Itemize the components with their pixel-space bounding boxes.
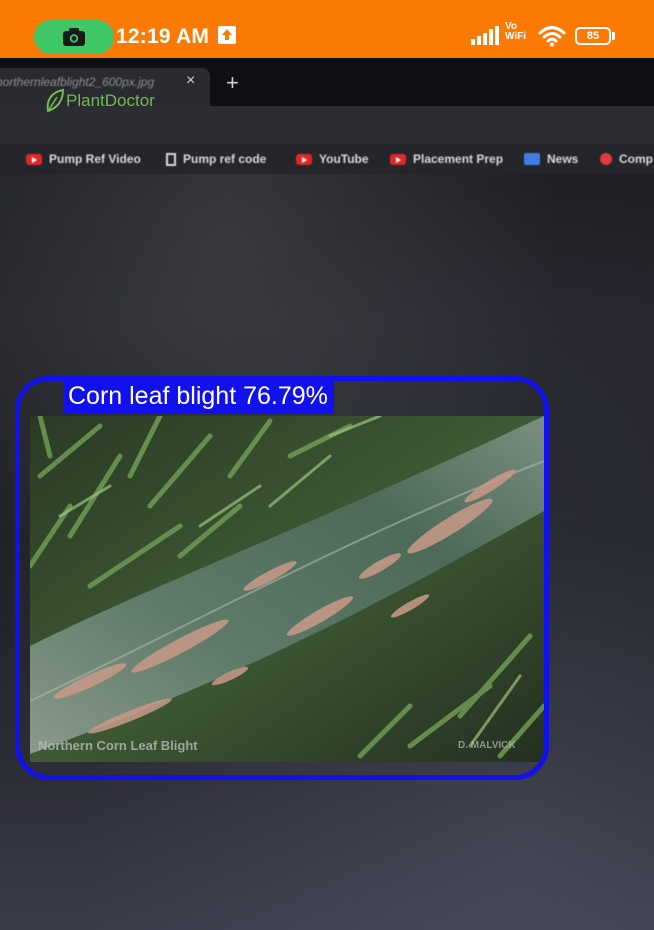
youtube-icon [390, 153, 406, 165]
bookmark-item[interactable]: Pump ref code [166, 152, 266, 166]
status-bar: 12:19 AM Vo WiFi 85 [0, 0, 654, 58]
youtube-icon [26, 153, 42, 165]
bookmark-label: Pump Ref Video [49, 152, 141, 166]
address-bar[interactable] [0, 106, 654, 144]
bookmark-item[interactable]: Placement Prep [390, 152, 503, 166]
bookmark-label: Placement Prep [413, 152, 504, 166]
screenshot-indicator[interactable] [34, 20, 114, 54]
bookmark-label: YouTube [319, 152, 369, 166]
detection-bounding-box [15, 376, 549, 780]
google-news-icon [524, 153, 540, 165]
status-time: 12:19 AM [116, 25, 210, 48]
leaf-icon [46, 88, 65, 113]
bookmark-item[interactable]: Pump Ref Video [26, 152, 141, 166]
bookmark-item[interactable]: News [524, 152, 578, 166]
new-tab-button[interactable]: + [226, 70, 239, 96]
tab-close-icon[interactable]: × [186, 72, 195, 90]
wifi-icon [538, 26, 566, 47]
bookmarks-bar: Pump Ref Video Pump ref code YouTube Pla… [0, 144, 654, 174]
youtube-icon [296, 153, 312, 165]
bookmark-label: Comp [619, 152, 653, 166]
brand-name: PlantDoctor [66, 91, 155, 110]
tab-title: northernleafblight2_600px.jpg [0, 75, 155, 89]
bookmark-item[interactable]: YouTube [296, 152, 369, 166]
bookmark-label: Pump ref code [183, 152, 267, 166]
vowifi-indicator: Vo WiFi [505, 21, 527, 42]
document-icon [166, 152, 176, 166]
bookmark-label: News [547, 152, 579, 166]
circle-icon [600, 153, 612, 165]
detection-label: Corn leaf blight 76.79% [64, 378, 334, 414]
signal-icon [471, 26, 499, 45]
camera-icon [63, 28, 85, 46]
battery-tip [612, 32, 615, 40]
upload-icon [218, 26, 236, 44]
camera-view: northernleafblight2_600px.jpg × + PlantD… [0, 58, 654, 930]
battery-icon: 85 [575, 27, 611, 45]
bookmark-item[interactable]: Comp [600, 152, 653, 166]
